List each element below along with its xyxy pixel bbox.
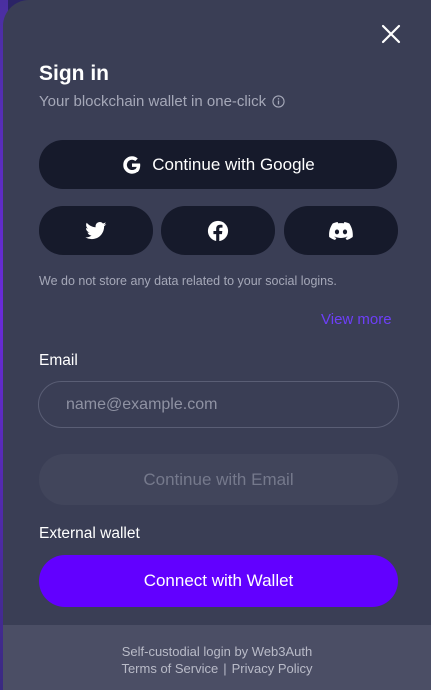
page-title: Sign in [39,62,109,85]
continue-with-email-button[interactable]: Continue with Email [39,454,398,505]
close-icon [381,24,401,44]
email-label: Email [39,352,78,369]
footer-links: Terms of Service | Privacy Policy [3,661,431,676]
facebook-icon [207,220,229,242]
sign-in-modal: Sign in Your blockchain wallet in one-cl… [3,0,431,690]
google-icon [123,155,141,174]
footer-separator: | [223,661,227,676]
discord-icon [329,221,353,240]
email-field[interactable] [38,381,399,428]
info-icon[interactable] [272,95,285,108]
terms-of-service-link[interactable]: Terms of Service [121,661,218,676]
discord-login-button[interactable] [284,206,398,255]
footer: Self-custodial login by Web3Auth Terms o… [3,625,431,690]
twitter-login-button[interactable] [39,206,153,255]
external-wallet-label: External wallet [39,525,140,542]
footer-powered-by: Self-custodial login by Web3Auth [121,644,313,659]
subtitle-text: Your blockchain wallet in one-click [39,93,267,110]
subtitle: Your blockchain wallet in one-click [39,93,285,110]
facebook-login-button[interactable] [161,206,275,255]
view-more-link[interactable]: View more [321,311,392,328]
continue-with-google-button[interactable]: Continue with Google [39,140,397,189]
google-button-label: Continue with Google [152,154,315,174]
privacy-note: We do not store any data related to your… [39,274,337,288]
twitter-icon [85,221,107,239]
privacy-policy-link[interactable]: Privacy Policy [232,661,313,676]
connect-with-wallet-button[interactable]: Connect with Wallet [39,555,398,607]
close-button[interactable] [379,22,403,46]
